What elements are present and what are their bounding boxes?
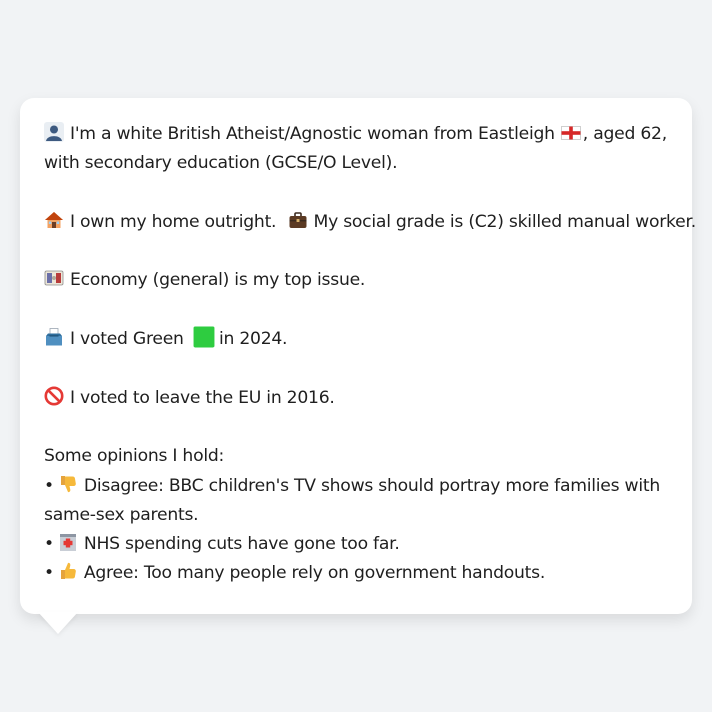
grade-text: My social grade is (C2) skilled manual w… — [313, 211, 697, 232]
vote-text-a: I voted Green — [70, 329, 184, 350]
intro-line-2: with secondary education (GCSE/O Level). — [44, 153, 398, 174]
eu-text: I voted to leave the EU in 2016. — [70, 387, 335, 408]
issue-paragraph: Economy (general) is my top issue. — [44, 266, 672, 295]
bullet: • — [44, 563, 54, 584]
opinion-item-3: • Agree: Too many people rely on governme… — [44, 559, 672, 588]
bubble-tail — [38, 612, 78, 634]
thumbs-down-icon — [60, 475, 76, 492]
thumbs-up-icon — [60, 563, 76, 580]
intro-paragraph: I'm a white British Atheist/Agnostic wom… — [44, 120, 672, 179]
vote-paragraph: I voted Green in 2024. — [44, 325, 672, 354]
message-content: I'm a white British Atheist/Agnostic wom… — [44, 120, 696, 589]
bullet: • — [44, 475, 54, 496]
person-icon — [44, 122, 64, 142]
hospital-icon — [59, 534, 76, 552]
message-bubble: I'm a white British Atheist/Agnostic wom… — [20, 98, 696, 614]
home-text: I own my home outright. — [70, 211, 277, 232]
prohibited-icon — [44, 386, 64, 406]
opinion-item-1: • Disagree: BBC children's TV shows shoul… — [44, 472, 672, 501]
eu-paragraph: I voted to leave the EU in 2016. — [44, 384, 672, 413]
opinion-2-text: NHS spending cuts have gone too far. — [83, 534, 400, 555]
opinion-item-2: • NHS spending cuts have gone too far. — [44, 530, 672, 559]
home-paragraph: I own my home outright. My social grade … — [44, 208, 696, 237]
vote-text-b: in 2024. — [218, 329, 288, 350]
ballot-box-icon — [46, 328, 62, 346]
issue-text: Economy (general) is my top issue. — [70, 270, 366, 291]
banknote-icon — [44, 271, 64, 286]
england-flag-icon — [560, 126, 581, 140]
green-square-icon — [193, 326, 215, 348]
opinion-3-text: Agree: Too many people rely on governmen… — [83, 563, 546, 584]
briefcase-icon — [289, 212, 306, 228]
opinion-1-line-2: same-sex parents. — [44, 504, 199, 525]
opinions-section: Some opinions I hold: • Disagree: BBC chi… — [44, 442, 672, 588]
bullet: • — [44, 534, 54, 555]
opinion-1-line-1: Disagree: BBC children's TV shows should… — [83, 475, 661, 496]
opinions-heading: Some opinions I hold: — [44, 446, 225, 467]
intro-text-b: , aged 62, — [582, 124, 667, 144]
house-icon — [45, 211, 63, 228]
intro-line-1: I'm a white British Atheist/Agnostic wom… — [44, 120, 672, 149]
intro-text-a: I'm a white British Atheist/Agnostic wom… — [70, 124, 555, 144]
